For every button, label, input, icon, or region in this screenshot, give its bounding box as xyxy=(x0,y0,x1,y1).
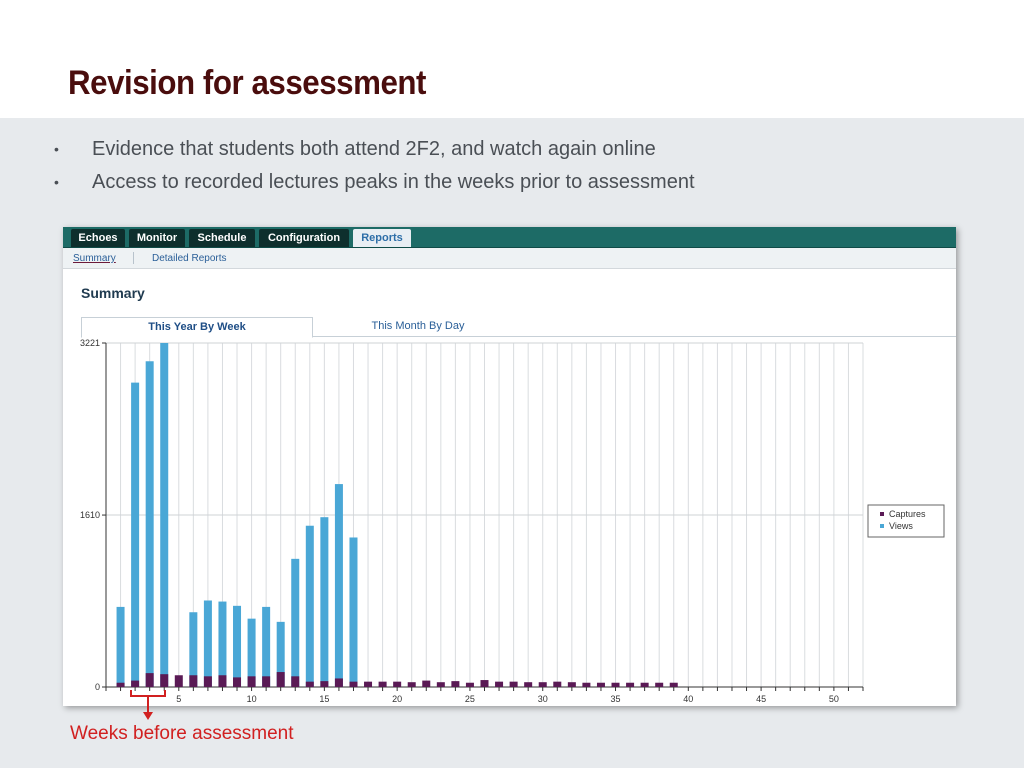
x-tick-label: 40 xyxy=(683,694,693,704)
captures-bar xyxy=(116,682,125,687)
bullet-text: Evidence that students both attend 2F2, … xyxy=(92,138,656,160)
legend-label: Captures xyxy=(889,509,926,519)
captures-bar xyxy=(247,676,256,687)
views-bar xyxy=(218,601,227,687)
x-tick-label: 30 xyxy=(538,694,548,704)
captures-bar xyxy=(640,682,649,687)
captures-bar xyxy=(189,675,198,687)
captures-bar xyxy=(582,682,591,687)
views-bar xyxy=(145,361,154,687)
slide-title: Revision for assessment xyxy=(68,64,426,102)
captures-bar xyxy=(291,676,300,687)
captures-bar xyxy=(320,681,329,687)
x-tick-label: 50 xyxy=(829,694,839,704)
captures-bar xyxy=(218,675,227,687)
captures-bar xyxy=(349,681,358,687)
legend-label: Views xyxy=(889,521,913,531)
captures-bar xyxy=(364,681,373,687)
captures-bar xyxy=(436,682,445,687)
views-bar xyxy=(291,558,300,687)
bullet-glyph: • xyxy=(54,174,59,190)
views-bar xyxy=(116,606,125,687)
captures-bar xyxy=(276,672,285,687)
captures-bar xyxy=(407,682,416,687)
captures-bar xyxy=(553,681,562,687)
x-tick-label: 35 xyxy=(611,694,621,704)
captures-bar xyxy=(495,681,504,687)
captures-bar xyxy=(509,681,518,687)
captures-bar xyxy=(131,680,140,687)
captures-bar xyxy=(567,682,576,687)
x-tick-label: 25 xyxy=(465,694,475,704)
views-bar xyxy=(160,343,169,687)
captures-bar xyxy=(305,681,314,687)
captures-bar xyxy=(378,681,387,687)
captures-bar xyxy=(626,682,635,687)
views-bar xyxy=(334,484,343,687)
bullet-glyph: • xyxy=(54,141,59,157)
captures-bar xyxy=(393,681,402,687)
y-tick-label: 3221 xyxy=(80,338,100,348)
captures-bar xyxy=(655,682,664,687)
x-tick-label: 15 xyxy=(319,694,329,704)
captures-bar xyxy=(611,682,620,687)
captures-bar xyxy=(233,677,242,687)
annotation-label: Weeks before assessment xyxy=(70,723,294,744)
views-bar xyxy=(203,600,212,687)
y-tick-label: 1610 xyxy=(80,510,100,520)
legend-swatch xyxy=(880,524,884,528)
legend-swatch xyxy=(880,512,884,516)
x-tick-label: 20 xyxy=(392,694,402,704)
captures-bar xyxy=(596,682,605,687)
views-captures-chart: 0 1610 3221 5 10 15 20 25 30 35 40 45 50 Captures View… xyxy=(80,338,945,704)
x-tick-label: 45 xyxy=(756,694,766,704)
embedded-screenshot: Echoes Monitor Schedule Configuration Re… xyxy=(63,227,956,706)
captures-bar xyxy=(174,675,183,687)
captures-bar xyxy=(334,678,343,687)
captures-bar xyxy=(160,674,169,687)
captures-bar xyxy=(538,682,547,687)
y-tick-label: 0 xyxy=(95,682,100,692)
views-bar xyxy=(262,606,271,687)
views-bar xyxy=(305,525,314,687)
captures-bar xyxy=(480,680,489,687)
bullet-text: Access to recorded lectures peaks in the… xyxy=(92,171,695,193)
views-bar xyxy=(233,605,242,687)
captures-bar xyxy=(465,682,474,687)
captures-bar xyxy=(422,680,431,687)
captures-bar xyxy=(524,682,533,687)
views-bar xyxy=(131,382,140,687)
views-bar xyxy=(320,517,329,687)
x-tick-label: 5 xyxy=(176,694,181,704)
captures-bar xyxy=(203,676,212,687)
captures-bar xyxy=(669,682,678,687)
captures-bar xyxy=(262,676,271,687)
x-tick-label: 10 xyxy=(247,694,257,704)
captures-bar xyxy=(145,673,154,687)
captures-bar xyxy=(451,681,460,687)
views-bar xyxy=(349,537,358,687)
